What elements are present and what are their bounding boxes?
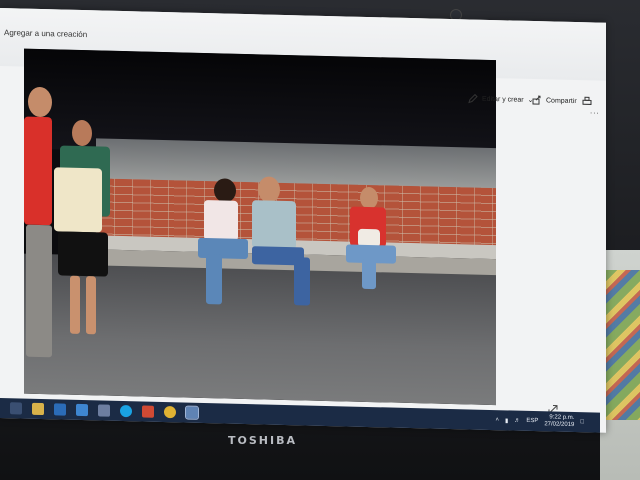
- chevron-up-icon[interactable]: ˄: [496, 417, 500, 423]
- office-icon[interactable]: [142, 405, 154, 418]
- edit-create-button[interactable]: Editar y crear ⌄: [468, 93, 534, 105]
- skype-icon[interactable]: [120, 404, 132, 418]
- edit-create-label: Editar y crear: [482, 95, 524, 104]
- battery-icon[interactable]: ▮: [505, 417, 508, 424]
- keyboard-language[interactable]: ESP: [526, 418, 538, 424]
- store-icon[interactable]: [32, 402, 44, 416]
- share-icon: [532, 95, 541, 105]
- share-button[interactable]: Compartir: [532, 95, 577, 106]
- laptop-screen: Agregar a una creación Editar y crear ⌄ …: [0, 8, 606, 433]
- print-icon: [582, 96, 592, 105]
- print-button[interactable]: [582, 96, 592, 106]
- man-red-shirt: [24, 86, 58, 368]
- more-options-button[interactable]: ...: [590, 106, 600, 115]
- explorer-icon[interactable]: [76, 403, 88, 417]
- task-view-icon[interactable]: [10, 402, 22, 415]
- chrome-icon[interactable]: [164, 406, 176, 419]
- photos-icon[interactable]: [185, 405, 199, 420]
- edit-icon: [468, 93, 478, 104]
- system-tray: ˄ ▮ ♬ ESP 9:22 p.m. 27/02/2019 □: [496, 413, 585, 429]
- colorful-notebook: [606, 270, 640, 420]
- notification-icon[interactable]: □: [580, 419, 584, 425]
- woman-floral-dress: [54, 119, 118, 351]
- man-grey-shirt: [246, 176, 326, 318]
- window-title: Agregar a una creación: [4, 28, 88, 40]
- volume-icon[interactable]: ♬: [514, 418, 520, 424]
- clock[interactable]: 9:22 p.m. 27/02/2019: [544, 414, 574, 429]
- night-photo: [24, 48, 496, 406]
- toshiba-logo: TOSHIBA: [228, 434, 297, 447]
- mail-icon[interactable]: [98, 404, 110, 417]
- man-red-white-shirt: [342, 186, 402, 295]
- word-icon[interactable]: [54, 403, 66, 416]
- share-label: Compartir: [546, 96, 577, 105]
- clock-date: 27/02/2019: [544, 421, 575, 429]
